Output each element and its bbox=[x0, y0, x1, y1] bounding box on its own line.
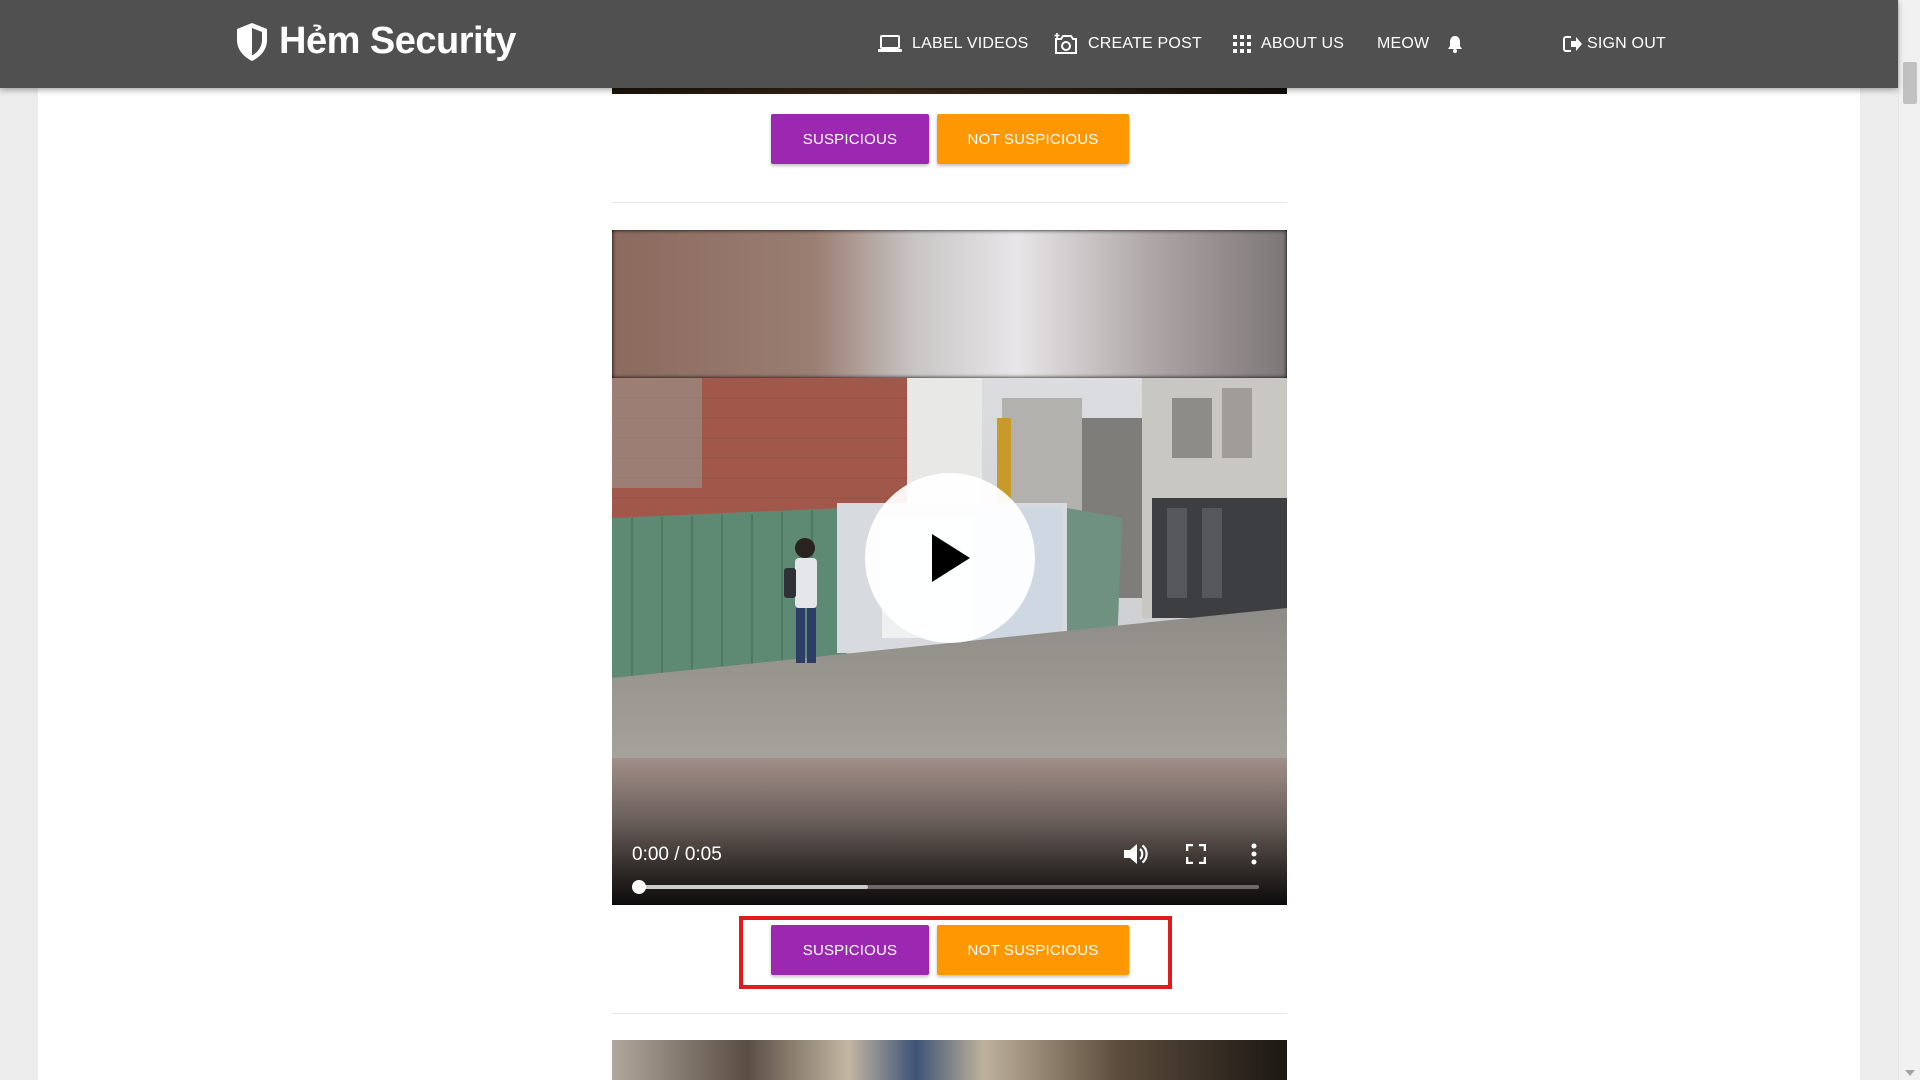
apps-grid-icon bbox=[1233, 35, 1251, 53]
laptop-icon bbox=[878, 35, 902, 52]
more-vert-icon bbox=[1251, 843, 1257, 865]
volume-button[interactable] bbox=[1121, 839, 1151, 869]
fullscreen-button[interactable] bbox=[1181, 839, 1211, 869]
brand-name: Hẻm Security bbox=[279, 20, 516, 62]
post-divider bbox=[612, 1013, 1287, 1014]
suspicious-button[interactable]: SUSPICIOUS bbox=[771, 114, 929, 164]
play-icon bbox=[932, 534, 970, 582]
play-button[interactable] bbox=[865, 473, 1035, 643]
video-time-display: 0:00 / 0:05 bbox=[632, 844, 722, 865]
navbar: Hẻm Security LABEL VIDEOS CREATE POST AB… bbox=[0, 0, 1898, 88]
camera-plus-icon bbox=[1054, 33, 1077, 54]
brand-logo[interactable]: Hẻm Security bbox=[235, 20, 516, 63]
volume-icon bbox=[1124, 844, 1148, 864]
nav-label-videos[interactable]: LABEL VIDEOS bbox=[878, 0, 1029, 88]
page-scrollbar[interactable] bbox=[1898, 0, 1920, 1080]
not-suspicious-button[interactable]: NOT SUSPICIOUS bbox=[937, 114, 1129, 164]
nav-sign-out-label: SIGN OUT bbox=[1587, 35, 1666, 52]
next-video-preview[interactable] bbox=[612, 1040, 1287, 1080]
video-player[interactable]: 0:00 / 0:05 bbox=[612, 230, 1287, 905]
more-options-button[interactable] bbox=[1239, 839, 1269, 869]
scrollbar-thumb[interactable] bbox=[1903, 62, 1917, 104]
label-buttons-post-1: SUSPICIOUS NOT SUSPICIOUS bbox=[771, 114, 1129, 164]
video-blurred-bottom bbox=[612, 758, 1287, 905]
nav-label-videos-label: LABEL VIDEOS bbox=[912, 35, 1029, 52]
video-blurred-top bbox=[612, 230, 1287, 378]
video-buffered-range bbox=[639, 885, 869, 889]
nav-about-us[interactable]: ABOUT US bbox=[1233, 0, 1344, 88]
video-scrubber-handle[interactable] bbox=[632, 880, 646, 894]
nav-create-post[interactable]: CREATE POST bbox=[1054, 0, 1202, 88]
bell-icon[interactable] bbox=[1447, 35, 1463, 53]
video-progress-bar[interactable] bbox=[632, 880, 1259, 894]
shield-icon bbox=[237, 22, 267, 61]
highlight-annotation-box bbox=[739, 916, 1172, 989]
nav-sign-out[interactable]: SIGN OUT bbox=[1563, 0, 1666, 88]
fullscreen-icon bbox=[1186, 844, 1206, 864]
nav-create-post-label: CREATE POST bbox=[1088, 35, 1202, 52]
post-divider bbox=[612, 202, 1287, 203]
scroll-down-arrow-icon[interactable] bbox=[1905, 1070, 1915, 1076]
nav-user-meow[interactable]: MEOW bbox=[1377, 0, 1463, 88]
sign-out-icon bbox=[1563, 36, 1582, 52]
nav-about-us-label: ABOUT US bbox=[1261, 35, 1345, 52]
nav-user-name: MEOW bbox=[1377, 35, 1430, 52]
